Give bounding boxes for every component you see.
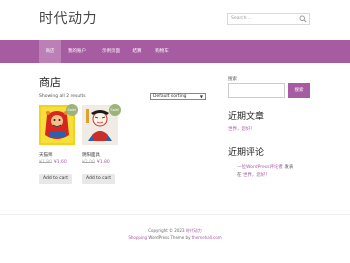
comment-author-link[interactable]: 一位WordPress评论者 [237,165,283,170]
sale-price: ¥1.80 [96,160,110,165]
site-title[interactable]: 时代动力 [39,8,97,28]
search-icon[interactable] [299,15,307,23]
add-to-cart-button[interactable]: Add to cart [39,174,72,184]
nav-item-my-account[interactable]: 我的账户 [64,40,90,63]
recent-comment-item: 一位WordPress评论者 发表在 世界，您好！ [237,164,297,180]
product-price: ¥1.80 ¥1.60 [39,160,67,165]
footer-credits: Shopping WordPress Theme by themehall.co… [0,235,350,240]
recent-post-link[interactable]: 世界，您好！ [228,126,255,132]
original-price: ¥1.80 [39,160,52,165]
product-price: ¥2.00 ¥1.80 [82,160,110,165]
nav-item-shop[interactable]: 商店 [39,40,61,63]
copyright-text: Copyright © 2023 [148,228,185,233]
result-count: Showing all 2 results [39,94,86,99]
main-navigation: 商店 我的账户 示例页面 结算 购物车 [0,40,350,63]
ordering-select[interactable]: Default sorting ▼ [150,93,206,100]
nav-item-checkout[interactable]: 结算 [129,40,145,63]
header-search-field[interactable]: Search ... [227,13,310,25]
footer-copyright: Copyright © 2023 时代动力 [0,228,350,234]
sidebar-search-button[interactable]: 搜索 [288,83,310,98]
add-to-cart-button[interactable]: Add to cart [82,174,115,184]
search-placeholder: Search ... [231,16,253,21]
sidebar-search-label: 搜索 [228,77,237,82]
recent-comments-title: 近期评论 [228,148,265,158]
chevron-down-icon: ▼ [199,94,203,99]
theme-author-link[interactable]: themehall.com [192,235,222,240]
sidebar-search-input[interactable] [228,83,285,98]
original-price: ¥2.00 [82,160,95,165]
theme-credit-text: WordPress Theme by [148,235,191,240]
product-name[interactable]: 天猫师 [39,152,53,158]
footer-divider [0,214,350,215]
sale-price: ¥1.60 [53,160,67,165]
recent-post-item[interactable]: 世界，您好！ [228,127,255,132]
nav-item-cart[interactable]: 购物车 [151,40,173,63]
comment-post-link[interactable]: 世界，您好！ [243,173,270,178]
page-title: 商店 [39,76,61,89]
sale-badge: Sale! [66,104,78,116]
recent-posts-title: 近期文章 [228,112,265,122]
nav-item-sample-page[interactable]: 示例页面 [97,40,125,63]
footer-site-link[interactable]: 时代动力 [186,228,202,233]
theme-name-link[interactable]: Shopping [128,235,147,240]
ordering-selected-value: Default sorting [153,94,187,99]
sale-badge: Sale! [109,104,121,116]
product-name[interactable]: 阴阳面具 [82,152,100,158]
